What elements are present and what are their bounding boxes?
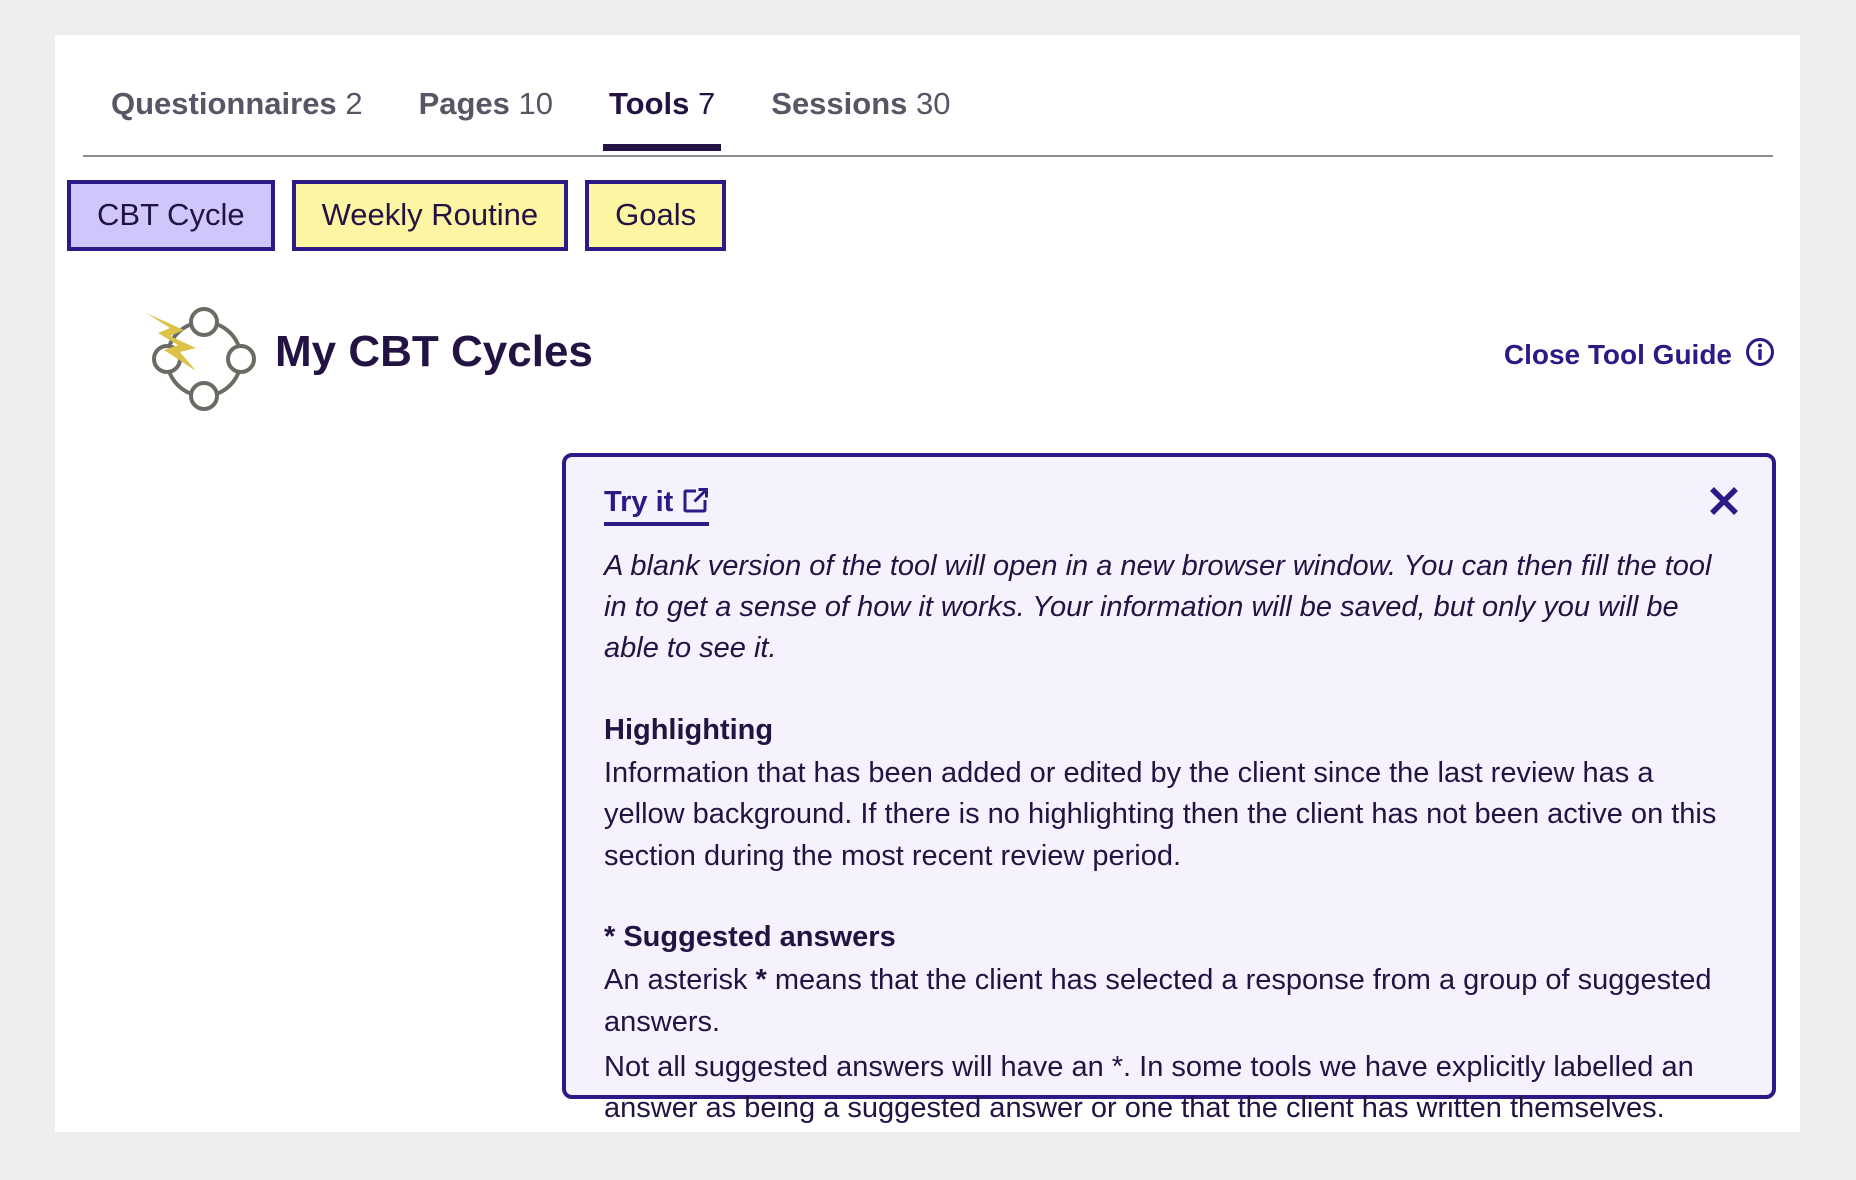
suggested-body-asterisk: *	[755, 964, 767, 997]
guide-intro-text: A blank version of the tool will open in…	[604, 550, 1712, 665]
page-title: My CBT Cycles	[275, 327, 593, 376]
app-page: Questionnaires 2 Pages 10 Tools 7 Sessio…	[0, 0, 1856, 1180]
guide-suggested-heading: * Suggested answers	[604, 920, 896, 953]
close-icon[interactable]	[1702, 479, 1746, 523]
guide-highlighting-body: Information that has been added or edite…	[604, 757, 1717, 872]
chip-weekly-routine[interactable]: Weekly Routine	[291, 180, 569, 251]
suggested-body-pre: An asterisk	[604, 964, 756, 997]
tab-count: 30	[916, 86, 951, 121]
guide-suggested-body-1: An asterisk * means that the client has …	[604, 960, 1726, 1042]
tab-questionnaires[interactable]: Questionnaires 2	[83, 50, 391, 149]
tab-tools[interactable]: Tools 7	[581, 50, 743, 151]
try-it-link[interactable]: Try it	[604, 486, 710, 526]
tab-label: Pages	[418, 86, 510, 121]
tab-label: Tools	[609, 86, 690, 121]
try-it-label: Try it	[604, 486, 674, 519]
tab-pages[interactable]: Pages 10	[391, 50, 581, 149]
suggested-body-post: means that the client has selected a res…	[604, 964, 1712, 1038]
tab-label: Questionnaires	[111, 86, 337, 121]
close-tool-guide-button[interactable]: Close Tool Guide	[1504, 337, 1775, 372]
guide-suggested-body-2: Not all suggested answers will have an *…	[604, 1050, 1694, 1124]
content-card: Questionnaires 2 Pages 10 Tools 7 Sessio…	[55, 35, 1800, 1132]
tab-count: 2	[345, 86, 363, 121]
tab-count: 7	[698, 86, 716, 121]
tool-chip-list: CBT Cycle Weekly Routine Goals	[67, 180, 727, 251]
tool-guide-panel: Try it A blank version of the tool will …	[562, 453, 1776, 1124]
cbt-cycle-icon	[140, 297, 265, 417]
active-tab-underline	[603, 144, 722, 151]
tab-bar: Questionnaires 2 Pages 10 Tools 7 Sessio…	[83, 50, 1773, 157]
chip-goals[interactable]: Goals	[585, 180, 727, 251]
tab-count: 10	[518, 86, 554, 121]
close-tool-guide-label: Close Tool Guide	[1503, 338, 1732, 370]
external-link-icon	[682, 487, 709, 519]
tab-sessions[interactable]: Sessions 30	[743, 50, 978, 149]
chip-cbt-cycle[interactable]: CBT Cycle	[67, 180, 275, 251]
info-icon[interactable]	[1745, 337, 1775, 372]
tab-label: Sessions	[771, 86, 908, 121]
tool-title-row: My CBT Cycles Close Tool Guide	[85, 297, 1775, 417]
guide-highlighting-heading: Highlighting	[604, 713, 774, 746]
